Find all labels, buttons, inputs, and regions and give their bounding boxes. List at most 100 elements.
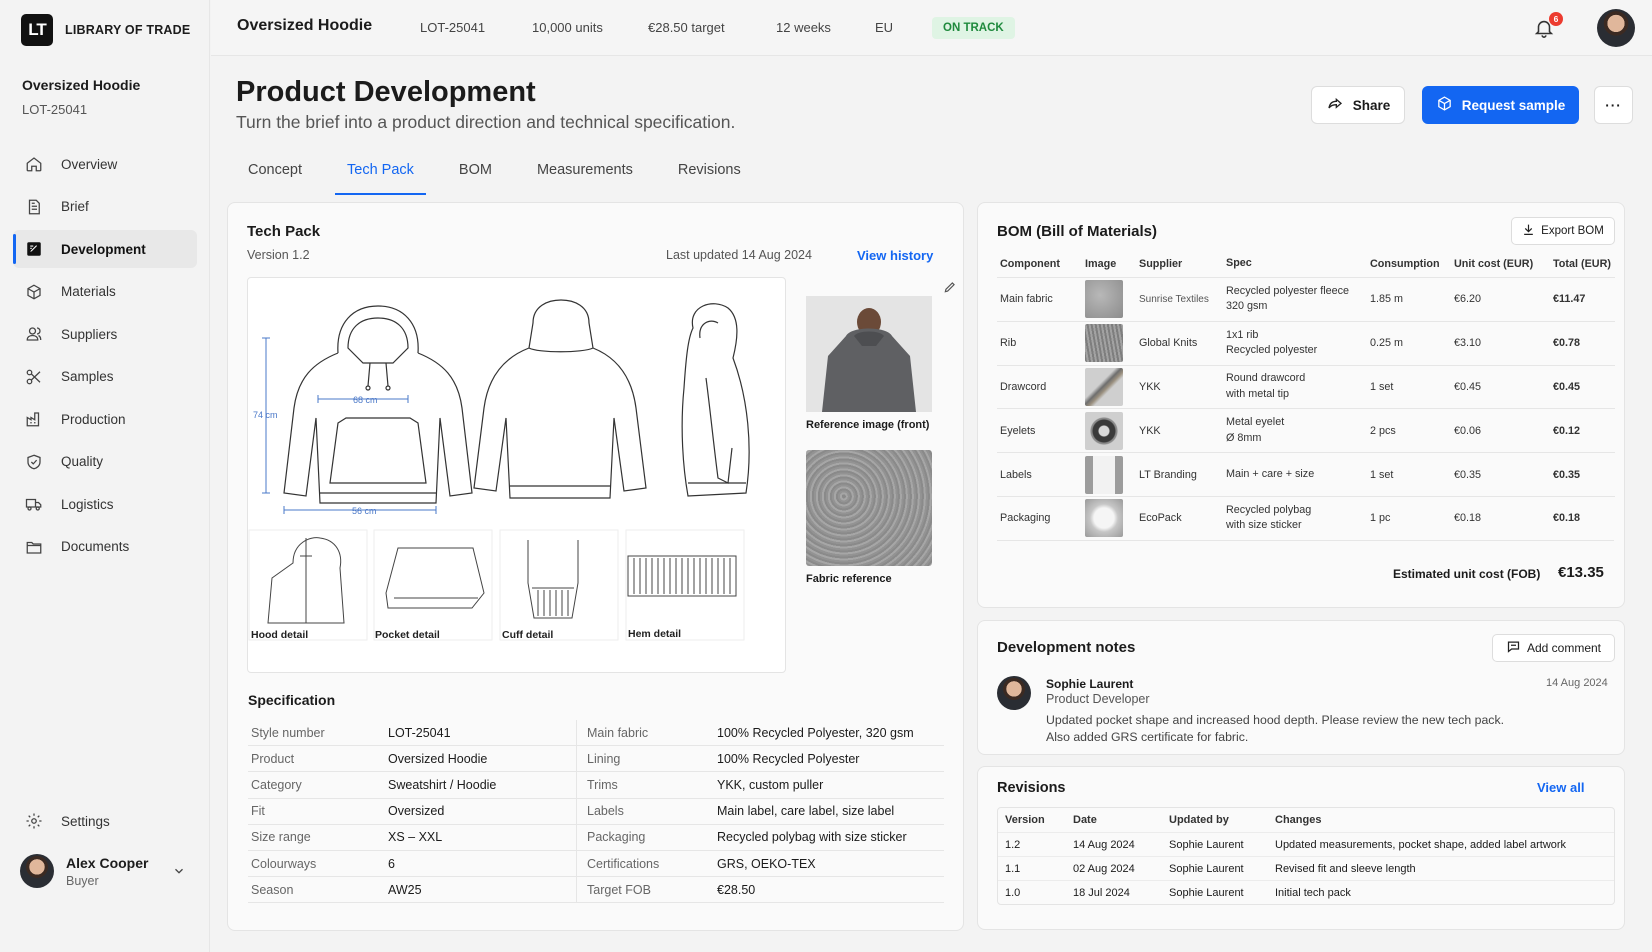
revision-version: 1.1: [1005, 862, 1021, 875]
spec-key: Lining: [576, 745, 717, 772]
bom-spec: Main + care + size: [1226, 467, 1315, 480]
hoodie-photo: [806, 296, 932, 412]
table-row[interactable]: 1.2 14 Aug 2024 Sophie Laurent Updated m…: [998, 832, 1614, 856]
spec-value: €28.50: [717, 882, 756, 897]
bom-card: BOM (Bill of Materials) Export BOM Compo…: [977, 202, 1625, 608]
bom-component: Main fabric: [1000, 293, 1053, 306]
add-comment-button[interactable]: Add comment: [1492, 634, 1615, 662]
tech-pack-version: Version 1.2: [247, 248, 310, 262]
bom-supplier: LT Branding: [1139, 468, 1197, 481]
export-bom-button[interactable]: Export BOM: [1511, 217, 1615, 245]
sidebar-item-settings[interactable]: Settings: [25, 812, 110, 830]
revision-author: Sophie Laurent: [1169, 862, 1244, 875]
fabric-reference-image[interactable]: [806, 450, 932, 566]
table-row[interactable]: Labels LT Branding Main + care + size 1 …: [997, 452, 1615, 496]
fabric-reference-label: Fabric reference: [806, 573, 892, 585]
spec-key: Target FOB: [576, 876, 717, 903]
view-all-link[interactable]: View all: [1537, 780, 1584, 795]
share-label: Share: [1352, 97, 1391, 113]
user-profile[interactable]: Alex Cooper Buyer: [20, 854, 148, 888]
spec-value: AW25: [388, 882, 422, 897]
sidebar-item-brief[interactable]: Brief: [13, 188, 197, 226]
bom-consumption: 1 set: [1370, 468, 1394, 481]
sidebar-item-label: Documents: [61, 539, 130, 554]
request-sample-button[interactable]: Request sample: [1422, 86, 1579, 124]
sidebar-item-overview[interactable]: Overview: [13, 145, 197, 183]
revision-author: Sophie Laurent: [1169, 886, 1244, 899]
chevron-down-icon[interactable]: [172, 864, 186, 881]
column-header: Consumption: [1370, 258, 1440, 270]
brand[interactable]: LT LIBRARY OF TRADE: [21, 14, 190, 46]
bom-total: €0.78: [1553, 337, 1581, 350]
spec-key: Colourways: [251, 856, 317, 871]
note-line: Also added GRS certificate for fabric.: [1046, 729, 1249, 744]
table-row[interactable]: 1.1 02 Aug 2024 Sophie Laurent Revised f…: [998, 856, 1614, 880]
share-button[interactable]: Share: [1311, 86, 1405, 124]
document-icon: [25, 198, 43, 216]
revision-author: Sophie Laurent: [1169, 838, 1244, 851]
spec-key: Product: [251, 751, 295, 766]
reference-image-front[interactable]: [806, 296, 932, 412]
sidebar-item-development[interactable]: Development: [13, 230, 197, 268]
reference-front-label: Reference image (front): [806, 419, 930, 431]
bom-total: €0.45: [1553, 380, 1581, 393]
table-row[interactable]: Eyelets YKK Metal eyelet Ø 8mm 2 pcs €0.0…: [997, 408, 1615, 452]
tab-bom[interactable]: BOM: [447, 152, 504, 194]
factory-icon: [25, 410, 43, 428]
table-row: Style number LOT-25041 Main fabric 100% Rec…: [248, 719, 944, 747]
notes-title: Development notes: [997, 639, 1136, 656]
sidebar-item-label: Materials: [61, 284, 116, 299]
sidebar-item-documents[interactable]: Documents: [13, 528, 197, 566]
bom-unit-cost: €0.35: [1454, 468, 1482, 481]
view-history-link[interactable]: View history: [857, 248, 933, 263]
drawcord-thumbnail: [1085, 367, 1123, 406]
bom-total: €0.35: [1553, 468, 1581, 481]
sidebar-item-label: Production: [61, 411, 126, 427]
more-options-button[interactable]: ···: [1594, 86, 1633, 124]
revision-date: 14 Aug 2024: [1073, 838, 1135, 851]
sidebar-item-materials[interactable]: Materials: [13, 273, 197, 311]
table-row[interactable]: Rib Global Knits 1x1 rib Recycled polyest…: [997, 320, 1615, 365]
tab-concept[interactable]: Concept: [236, 152, 314, 194]
spec-value: XS – XXL: [388, 830, 443, 845]
revision-changes: Revised fit and sleeve length: [1275, 862, 1416, 875]
revisions-title: Revisions: [997, 780, 1066, 796]
column-header: Supplier: [1139, 258, 1183, 270]
note-date: 14 Aug 2024: [1546, 677, 1608, 689]
comment-icon: [1506, 639, 1521, 657]
revisions-card: Revisions View all Version Date Updated …: [977, 766, 1625, 930]
sidebar-item-label: Suppliers: [61, 326, 118, 342]
spec-value: LOT-25041: [388, 725, 451, 740]
user-role: Buyer: [66, 873, 99, 888]
pen-icon[interactable]: [943, 280, 957, 297]
bom-unit-cost: €0.45: [1454, 380, 1482, 393]
divider: [997, 540, 1614, 541]
spec-key: Trims: [576, 771, 717, 798]
tab-tech-pack[interactable]: Tech Pack: [335, 152, 426, 195]
avatar[interactable]: [1597, 9, 1635, 47]
table-row: Product Oversized Hoodie Lining 100% Recycl…: [248, 745, 944, 773]
brand-logo: LT: [21, 14, 53, 46]
tab-measurements[interactable]: Measurements: [525, 152, 645, 194]
table-row[interactable]: 1.0 18 Jul 2024 Sophie Laurent Initial t…: [998, 880, 1614, 904]
shield-check-icon: [25, 453, 43, 471]
sidebar-item-quality[interactable]: Quality: [13, 443, 197, 481]
table-row[interactable]: Drawcord YKK Round drawcord with metal ti…: [997, 364, 1615, 409]
bom-component: Rib: [1000, 337, 1017, 350]
topbar: Oversized Hoodie LOT-25041 10,000 units …: [211, 0, 1652, 56]
tab-revisions[interactable]: Revisions: [666, 152, 753, 194]
notification-count: 6: [1549, 12, 1563, 26]
eyelet-thumbnail: [1085, 411, 1123, 450]
table-row[interactable]: Main fabric Sunrise Textiles Recycled po…: [997, 277, 1615, 321]
bom-spec: with metal tip: [1226, 387, 1290, 400]
sidebar-item-samples[interactable]: Samples: [13, 358, 197, 396]
development-notes-card: Development notes Add comment Sophie Lau…: [977, 620, 1625, 755]
sidebar-item-suppliers[interactable]: Suppliers: [13, 315, 197, 353]
sidebar-item-production[interactable]: Production: [13, 400, 197, 438]
table-row[interactable]: Packaging EcoPack Recycled polybag with s…: [997, 495, 1615, 540]
bom-component: Drawcord: [1000, 380, 1047, 393]
sidebar-item-logistics[interactable]: Logistics: [13, 485, 197, 523]
avatar: [997, 676, 1031, 710]
brand-name: LIBRARY OF TRADE: [65, 23, 191, 37]
bom-component: Packaging: [1000, 512, 1051, 525]
